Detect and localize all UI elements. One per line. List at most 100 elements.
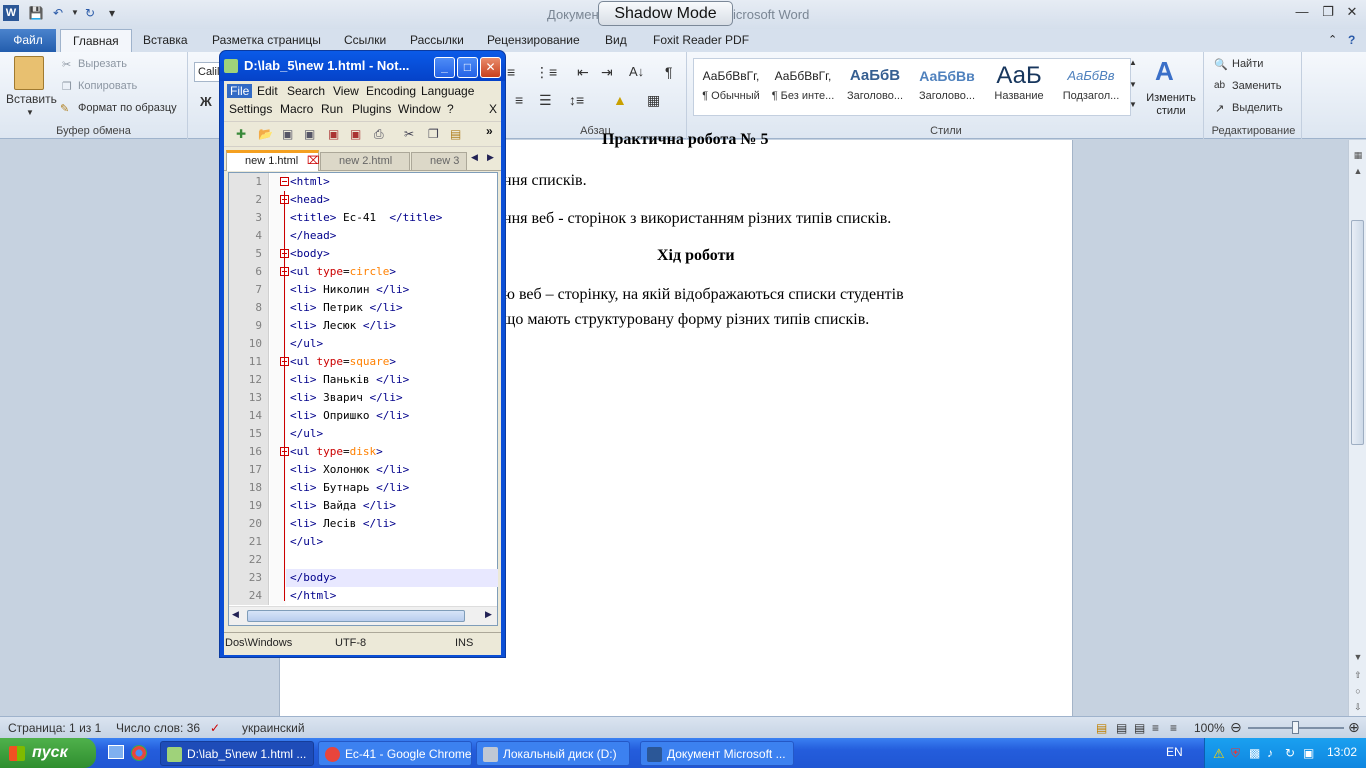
code-line[interactable]: </html> <box>290 587 336 605</box>
change-styles-icon[interactable]: A <box>1155 56 1174 87</box>
menu-macro[interactable]: Macro <box>280 102 313 116</box>
decrease-indent-icon[interactable]: ⇤ <box>577 64 589 81</box>
style-heading2[interactable]: АаБбВв Заголово... <box>911 62 983 112</box>
zoom-slider-thumb[interactable] <box>1292 721 1299 734</box>
replace-button[interactable]: Заменить <box>1232 80 1281 92</box>
outline-icon[interactable]: ≡ <box>1152 721 1159 735</box>
code-line[interactable]: </body> <box>290 569 336 587</box>
web-layout-icon[interactable]: ▤ <box>1134 721 1145 735</box>
sort-icon[interactable]: A↓ <box>629 64 644 79</box>
page-count[interactable]: Страница: 1 из 1 <box>8 721 101 735</box>
bold-button[interactable]: Ж <box>200 94 212 109</box>
code-line[interactable]: </ul> <box>290 533 323 551</box>
tab-close-icon[interactable]: ⌧ <box>307 153 320 170</box>
prev-page-icon[interactable]: ⇧ <box>1351 668 1365 682</box>
code-line[interactable]: <body> <box>290 245 330 263</box>
hscroll-left-icon[interactable]: ◀ <box>232 609 239 620</box>
save-all-icon[interactable]: ▣ <box>304 127 315 141</box>
tab-new-3[interactable]: new 3 <box>411 152 467 171</box>
menu-help[interactable]: ? <box>447 102 454 116</box>
menu-settings[interactable]: Settings <box>229 102 272 116</box>
menu-encoding[interactable]: Encoding <box>366 84 416 98</box>
code-line[interactable]: <html> <box>290 173 330 191</box>
menu-run[interactable]: Run <box>321 102 343 116</box>
code-line[interactable]: <ul type=disk> <box>290 443 383 461</box>
code-editor[interactable]: 1 <html> 2 <head> 3 <title> Ес-41 </title> 4 </… <box>228 172 498 626</box>
align-right-icon[interactable]: ≡ <box>515 92 523 108</box>
draft-icon[interactable]: ≡ <box>1170 721 1177 735</box>
styles-more-icon[interactable]: ▼ <box>1129 100 1137 109</box>
increase-indent-icon[interactable]: ⇥ <box>601 64 613 81</box>
menu-close-doc[interactable]: X <box>489 102 497 116</box>
styles-scroll-up-icon[interactable]: ▲ <box>1129 58 1137 67</box>
change-styles-button[interactable]: Изменить стили <box>1141 92 1201 118</box>
tab-foxit[interactable]: Foxit Reader PDF <box>653 29 749 52</box>
select-button[interactable]: Выделить <box>1232 102 1283 114</box>
code-line[interactable]: <li> Опришко </li> <box>290 407 409 425</box>
npp-maximize-icon[interactable]: □ <box>457 57 478 78</box>
copy-tool-icon[interactable]: ❐ <box>428 127 439 141</box>
code-line[interactable]: </ul> <box>290 425 323 443</box>
menu-file[interactable]: File <box>227 84 253 98</box>
paste-icon[interactable] <box>14 56 44 90</box>
close-file-icon[interactable]: ▣ <box>328 127 339 141</box>
style-normal[interactable]: АаБбВвГг, ¶ Обычный <box>695 62 767 112</box>
shading-icon[interactable]: ▲ <box>613 92 627 108</box>
menu-view[interactable]: View <box>333 84 359 98</box>
start-button[interactable]: пуск <box>0 738 96 768</box>
tab-view[interactable]: Вид <box>605 29 627 52</box>
close-icon[interactable]: ✕ <box>1340 4 1364 22</box>
restore-icon[interactable]: ❐ <box>1316 4 1340 22</box>
horizontal-scrollbar[interactable]: ◀ ▶ <box>229 606 497 625</box>
style-subtitle[interactable]: АаБбВв Подзагол... <box>1055 62 1127 112</box>
code-line[interactable]: <li> Петрик </li> <box>290 299 403 317</box>
code-line[interactable]: <li> Зварич </li> <box>290 389 403 407</box>
code-line[interactable]: <ul type=square> <box>290 353 396 371</box>
borders-icon[interactable]: ▦ <box>647 92 660 109</box>
code-line[interactable]: <li> Вайда </li> <box>290 497 396 515</box>
code-line[interactable]: <li> Лесюк </li> <box>290 317 396 335</box>
multilevel-list-icon[interactable]: ≡ <box>507 64 515 80</box>
justify-icon[interactable]: ☰ <box>539 92 552 109</box>
taskbar-word[interactable]: Документ Microsoft ... <box>640 741 794 766</box>
tab-file[interactable]: Файл <box>0 29 56 52</box>
code-line[interactable]: <ul type=circle> <box>290 263 396 281</box>
zoom-level[interactable]: 100% <box>1194 721 1225 735</box>
code-line[interactable]: <li> Холонюк </li> <box>290 461 409 479</box>
multilevel-list-2-icon[interactable]: ⋮≡ <box>535 64 557 81</box>
help-icon[interactable]: ? <box>1348 29 1355 52</box>
code-line[interactable]: <li> Николин </li> <box>290 281 409 299</box>
style-no-spacing[interactable]: АаБбВвГг, ¶ Без инте... <box>767 62 839 112</box>
scroll-down-icon[interactable]: ▼ <box>1351 650 1365 664</box>
warning-tray-icon[interactable]: ⚠ <box>1213 746 1225 762</box>
tab-new-2[interactable]: new 2.html <box>320 152 410 171</box>
tab-review[interactable]: Рецензирование <box>487 29 580 52</box>
save-file-icon[interactable]: ▣ <box>282 127 293 141</box>
customize-toolbar-icon[interactable]: ▾ <box>104 5 120 21</box>
code-line[interactable]: </head> <box>290 227 336 245</box>
taskbar-notepadpp[interactable]: D:\lab_5\new 1.html ... <box>160 741 314 766</box>
npp-close-icon[interactable]: ✕ <box>480 57 501 78</box>
fold-marker-icon[interactable] <box>280 177 289 186</box>
tab-insert[interactable]: Вставка <box>143 29 188 52</box>
print-icon[interactable]: ⎙ <box>374 127 384 142</box>
scroll-thumb[interactable] <box>1351 220 1364 445</box>
tab-references[interactable]: Ссылки <box>344 29 386 52</box>
code-line[interactable]: </ul> <box>290 335 323 353</box>
line-spacing-icon[interactable]: ↕≡ <box>569 92 584 108</box>
notepadpp-window[interactable]: D:\lab_5\new 1.html - Not... _ □ ✕ File … <box>219 50 506 658</box>
shadow-mode-badge[interactable]: Shadow Mode <box>598 1 733 26</box>
menu-search[interactable]: Search <box>287 84 325 98</box>
menu-window[interactable]: Window <box>398 102 441 116</box>
paste-tool-icon[interactable]: ▤ <box>450 127 461 141</box>
language-indicator[interactable]: украинский <box>242 721 305 735</box>
hscroll-thumb[interactable] <box>247 610 465 622</box>
taskbar-chrome[interactable]: Ес-41 - Google Chrome <box>318 741 472 766</box>
chrome-quicklaunch-icon[interactable] <box>131 745 147 761</box>
next-page-icon[interactable]: ⇩ <box>1351 700 1365 714</box>
find-button[interactable]: Найти <box>1232 58 1263 70</box>
code-line[interactable]: <li> Лесів </li> <box>290 515 396 533</box>
proofing-icon[interactable]: ✓ <box>210 721 220 735</box>
paste-button[interactable]: Вставить <box>6 92 57 106</box>
shield-tray-icon[interactable]: ⛨ <box>1231 746 1240 761</box>
